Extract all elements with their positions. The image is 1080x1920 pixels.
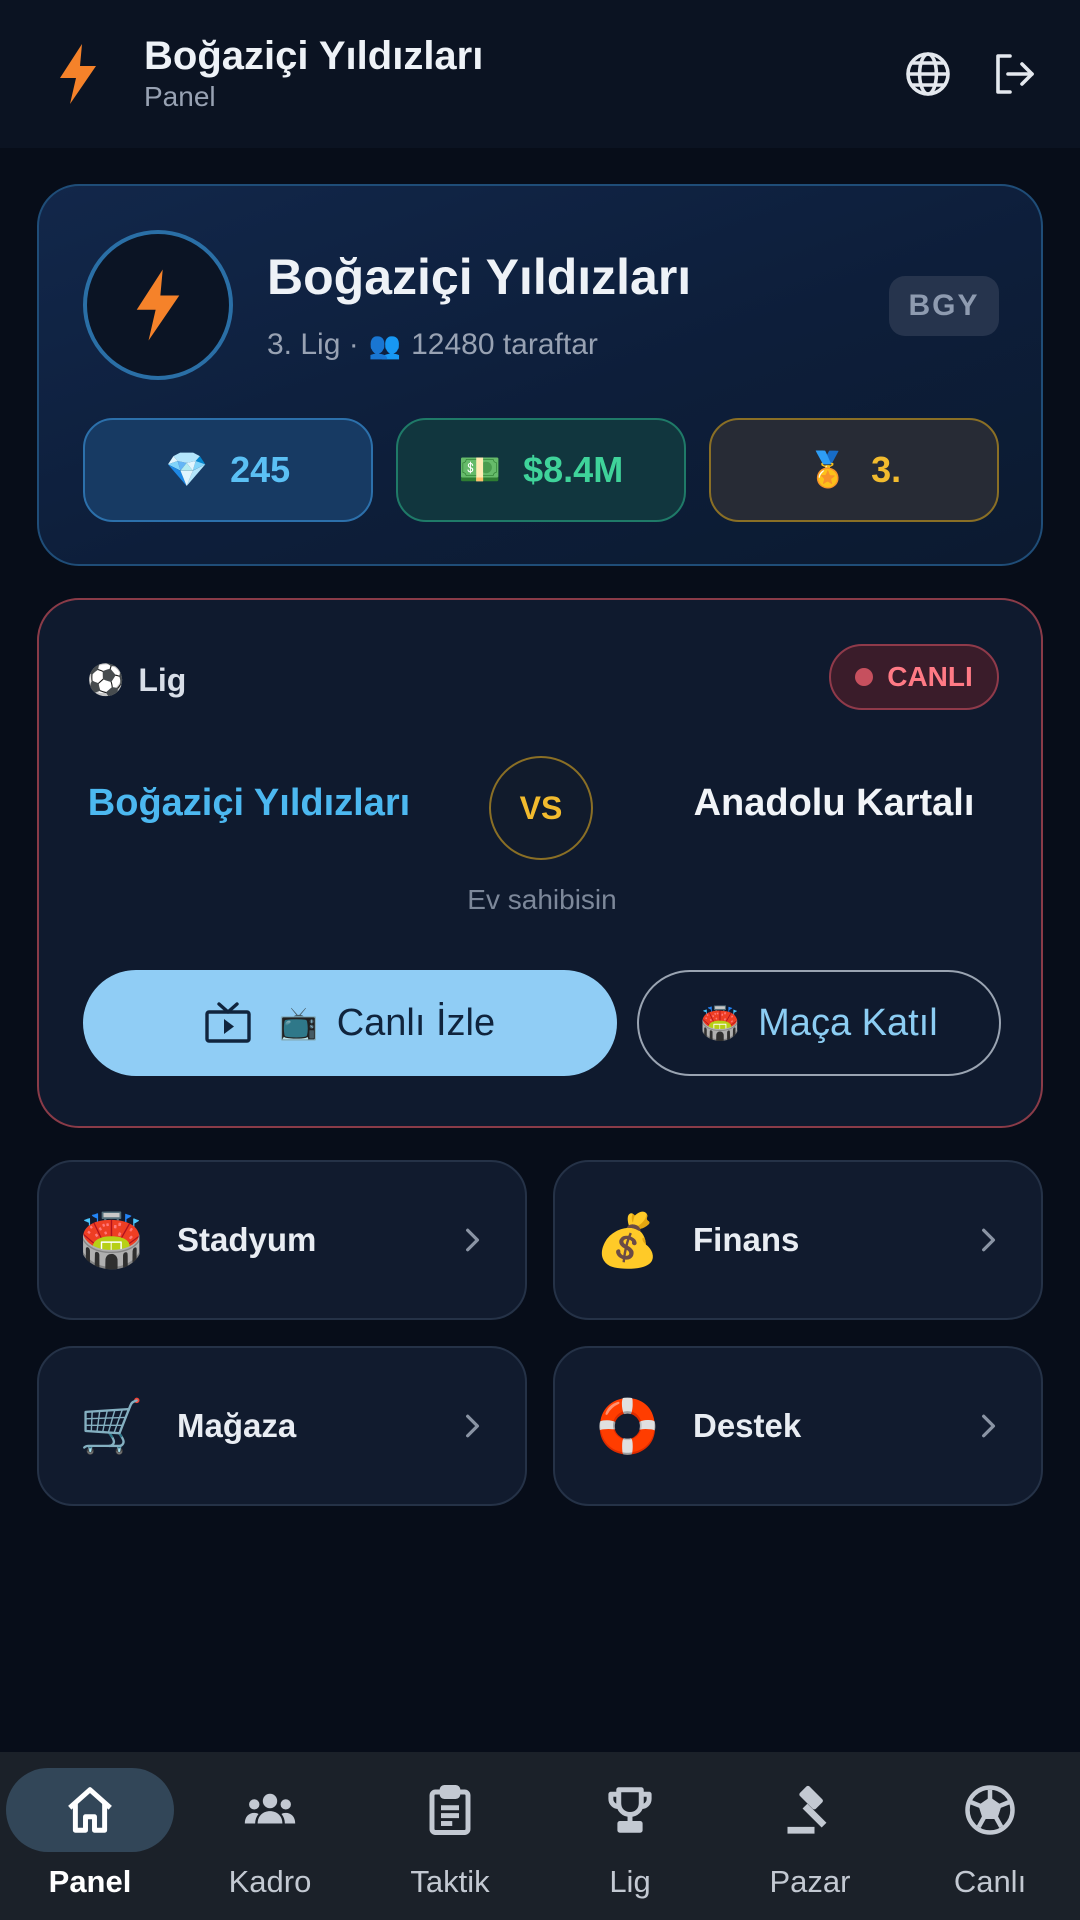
group-icon	[244, 1793, 296, 1824]
header-title: Boğaziçi Yıldızları	[144, 34, 484, 78]
nav-label: Lig	[609, 1864, 651, 1899]
vs-badge: VS	[489, 756, 593, 860]
tile-support[interactable]: 🛟 Destek	[553, 1346, 1043, 1506]
nav-icon-wrap	[6, 1768, 174, 1852]
nav-icon-wrap	[906, 1768, 1074, 1852]
join-match-label: Maça Katıl	[758, 1001, 938, 1044]
team-league: 3. Lig ·	[267, 328, 359, 361]
nav-item-kadro[interactable]: Kadro	[180, 1752, 360, 1920]
nav-item-canli[interactable]: Canlı	[900, 1752, 1080, 1920]
away-team-name: Anadolu Kartalı	[693, 782, 975, 824]
money-icon: 💵	[458, 451, 502, 489]
stadium-icon: 🏟️	[79, 1211, 144, 1270]
match-league-label: Lig	[138, 662, 187, 698]
money-value: $8.4M	[523, 449, 624, 490]
live-status-label: CANLI	[887, 661, 973, 692]
logout-button[interactable]	[984, 44, 1044, 104]
header-titles: Boğaziçi Yıldızları Panel	[144, 34, 872, 114]
tile-label: Stadyum	[177, 1221, 317, 1258]
clipboard-icon	[429, 1785, 471, 1835]
team-abbreviation-badge: BGY	[889, 276, 999, 336]
live-status-badge: CANLI	[829, 644, 999, 710]
nav-label: Pazar	[769, 1864, 851, 1899]
team-fans: 12480 taraftar	[411, 328, 598, 361]
gavel-icon	[787, 1785, 827, 1834]
chevron-right-icon	[466, 1228, 480, 1252]
chevron-right-icon	[982, 1228, 996, 1252]
soccer-ball-icon	[965, 1785, 1015, 1835]
home-icon	[68, 1787, 112, 1833]
tile-label: Destek	[693, 1407, 802, 1444]
globe-icon	[906, 52, 950, 96]
trophy-icon	[608, 1787, 652, 1833]
nav-icon-wrap	[726, 1768, 894, 1852]
bottom-navigation: Panel Kadro Taktik Lig Pazar Canlı	[0, 1752, 1080, 1920]
shopping-cart-icon: 🛒	[79, 1397, 144, 1456]
nav-item-taktik[interactable]: Taktik	[360, 1752, 540, 1920]
chevron-right-icon	[982, 1414, 996, 1438]
tile-shop[interactable]: 🛒 Mağaza	[37, 1346, 527, 1506]
chevron-right-icon	[466, 1414, 480, 1438]
home-note: Ev sahibisin	[467, 884, 617, 915]
app-root: Boğaziçi Yıldızları Panel Boğaziçi Yıldı…	[0, 0, 1080, 1920]
logout-icon	[996, 54, 1034, 94]
team-name: Boğaziçi Yıldızları	[267, 249, 692, 305]
rank-value: 3.	[871, 449, 902, 490]
soccer-ball-icon: ⚽	[87, 664, 125, 697]
gem-icon: 💎	[165, 451, 209, 489]
nav-item-lig[interactable]: Lig	[540, 1752, 720, 1920]
watch-live-button[interactable]: 📺 Canlı İzle	[83, 970, 617, 1076]
nav-item-panel[interactable]: Panel	[0, 1752, 180, 1920]
money-bag-icon: 💰	[595, 1211, 660, 1270]
lifebuoy-icon: 🛟	[595, 1397, 660, 1456]
nav-icon-wrap	[366, 1768, 534, 1852]
stadium-icon: 🏟️	[700, 1005, 741, 1041]
tile-stadium[interactable]: 🏟️ Stadyum	[37, 1160, 527, 1320]
nav-item-pazar[interactable]: Pazar	[720, 1752, 900, 1920]
rank-stat[interactable]: 🏅 3.	[709, 418, 999, 522]
nav-icon-wrap	[186, 1768, 354, 1852]
tile-label: Finans	[693, 1221, 800, 1258]
nav-label: Kadro	[228, 1864, 312, 1899]
live-match-card: ⚽ Lig CANLI Boğaziçi Yıldızları VS Anado…	[37, 598, 1043, 1128]
fans-icon: 👥	[368, 329, 402, 360]
nav-label: Canlı	[953, 1864, 1027, 1899]
top-app-bar: Boğaziçi Yıldızları Panel	[0, 0, 1080, 148]
bolt-icon	[60, 44, 96, 104]
home-team-name: Boğaziçi Yıldızları	[87, 782, 411, 824]
tile-finance[interactable]: 💰 Finans	[553, 1160, 1043, 1320]
nav-label: Panel	[48, 1864, 132, 1899]
nav-icon-wrap	[546, 1768, 714, 1852]
medal-icon: 🏅	[806, 451, 850, 489]
language-button[interactable]	[898, 44, 958, 104]
tv-icon: 📺	[278, 1005, 319, 1041]
header-subtitle: Panel	[144, 81, 216, 112]
bolt-icon	[136, 269, 180, 341]
live-tv-icon	[205, 1002, 251, 1043]
money-stat[interactable]: 💵 $8.4M	[396, 418, 686, 522]
watch-live-label: Canlı İzle	[336, 1001, 496, 1044]
team-logo	[83, 230, 233, 380]
live-dot-icon	[855, 668, 874, 686]
match-league: ⚽ Lig	[87, 662, 186, 699]
gems-value: 245	[230, 449, 291, 490]
team-subtitle: 3. Lig · 👥 12480 taraftar	[267, 328, 598, 362]
gems-stat[interactable]: 💎 245	[83, 418, 373, 522]
tile-label: Mağaza	[177, 1407, 297, 1444]
nav-label: Taktik	[410, 1864, 490, 1899]
join-match-button[interactable]: 🏟️ Maça Katıl	[637, 970, 1001, 1076]
team-card: Boğaziçi Yıldızları 3. Lig · 👥 12480 tar…	[37, 184, 1043, 566]
